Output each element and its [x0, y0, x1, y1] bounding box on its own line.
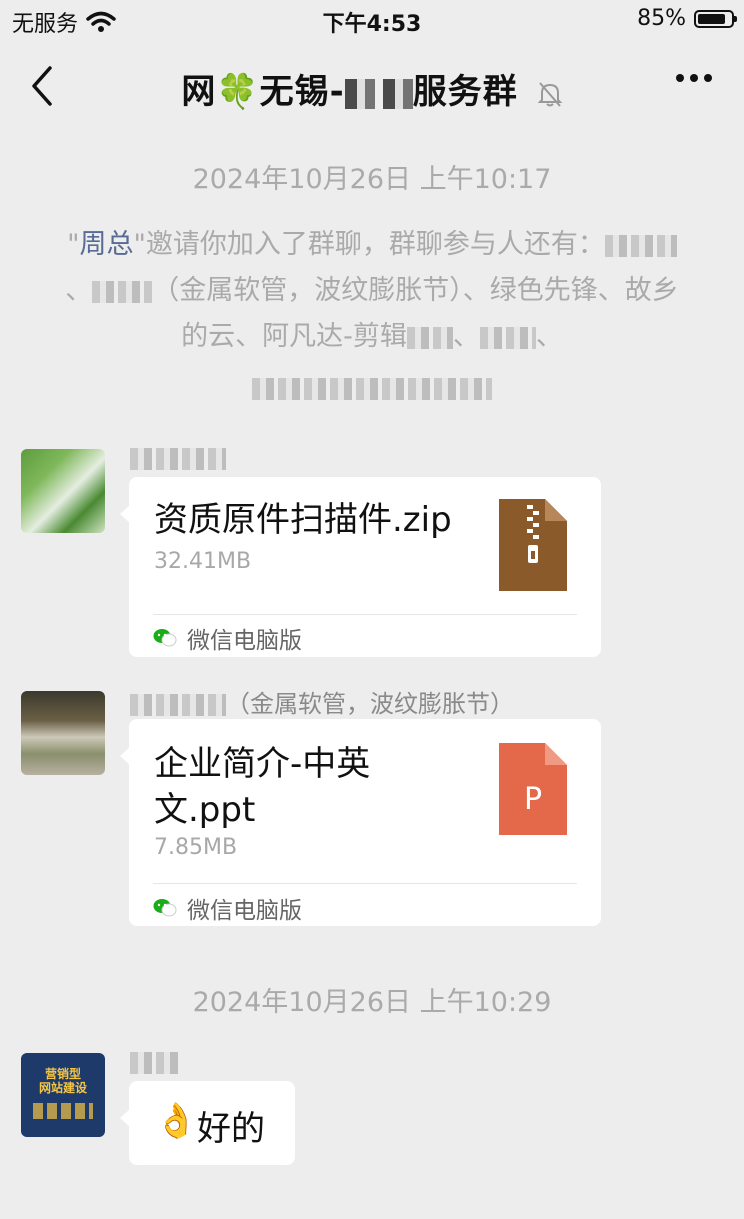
wechat-icon — [153, 899, 177, 917]
sender-name: （金属软管，波纹膨胀节） — [130, 684, 514, 719]
zip-file-icon — [499, 499, 567, 591]
redacted-block — [406, 326, 453, 349]
quote-close: " — [133, 229, 146, 260]
ok-hand-emoji: 👌 — [155, 1101, 198, 1141]
more-options-button[interactable] — [676, 74, 712, 82]
avatar-text: 营销型 网站建设 — [21, 1067, 105, 1095]
svg-text:P: P — [524, 782, 542, 817]
status-right: 85% — [637, 6, 737, 31]
avatar[interactable]: 营销型 网站建设 — [21, 1053, 105, 1137]
redacted-block — [344, 78, 413, 109]
chat-header: 网🍀无锡- 服务群 — [0, 44, 744, 124]
file-source-label: 微信电脑版 — [187, 898, 302, 924]
battery-percent: 85% — [637, 6, 686, 31]
file-name: 资质原件扫描件.zip — [154, 500, 452, 540]
avatar-line: 营销型 — [44, 1067, 81, 1081]
system-sep: 、 — [65, 275, 93, 306]
redacted-block — [130, 694, 226, 716]
system-sep: 、 — [535, 321, 563, 352]
title-suffix: 服务群 — [412, 72, 518, 112]
redacted-block — [604, 234, 677, 257]
file-size: 7.85MB — [154, 835, 238, 860]
status-bar: 无服务 下午4:53 85% — [0, 0, 744, 40]
redacted-block — [130, 1052, 180, 1074]
redacted-block — [479, 326, 536, 349]
quote-open: " — [67, 229, 80, 260]
sender-name — [130, 444, 226, 472]
system-message: "周总"邀请你加入了群聊，群聊参与人还有：、 （金属软管，波纹膨胀节）、绿色先锋、… — [62, 222, 682, 406]
avatar-line: 网站建设 — [38, 1081, 87, 1095]
ppt-file-icon: P — [499, 743, 567, 835]
status-time: 下午4:53 — [322, 12, 422, 37]
file-message[interactable]: 企业简介-中英文.ppt 7.85MB P 微信电脑版 — [120, 719, 601, 926]
timestamp: 2024年10月26日 上午10:17 — [192, 164, 552, 195]
redacted-block — [130, 448, 226, 470]
avatar[interactable] — [21, 691, 105, 775]
message-text: 好的 — [197, 1109, 265, 1149]
inviter-name[interactable]: 周总 — [80, 229, 134, 260]
sender-name — [130, 1048, 180, 1076]
mute-bell-icon — [537, 81, 563, 107]
file-source: 微信电脑版 — [153, 621, 302, 655]
chat-title: 网🍀无锡- 服务群 — [0, 64, 744, 113]
divider — [153, 614, 577, 615]
wechat-icon — [153, 629, 177, 647]
sender-suffix: （金属软管，波纹膨胀节） — [226, 690, 514, 718]
file-name: 企业简介-中英文.ppt — [154, 744, 371, 830]
file-message[interactable]: 资质原件扫描件.zip 32.41MB 微信电脑版 — [120, 477, 601, 657]
redacted-block — [92, 280, 153, 303]
battery-fill — [698, 13, 726, 24]
avatar-pattern — [33, 1103, 93, 1119]
text-message[interactable]: 👌 好的 — [120, 1081, 295, 1165]
file-source-label: 微信电脑版 — [187, 628, 302, 654]
battery-icon — [694, 9, 737, 28]
file-source: 微信电脑版 — [153, 891, 302, 925]
title-prefix: 网🍀无锡- — [181, 72, 345, 112]
timestamp: 2024年10月26日 上午10:29 — [192, 987, 552, 1018]
system-text: 邀请你加入了群聊，群聊参与人还有： — [145, 229, 605, 260]
avatar[interactable] — [21, 449, 105, 533]
divider — [153, 883, 577, 884]
system-sep: 、 — [452, 321, 480, 352]
file-size: 32.41MB — [154, 549, 252, 574]
redacted-block — [252, 377, 492, 400]
